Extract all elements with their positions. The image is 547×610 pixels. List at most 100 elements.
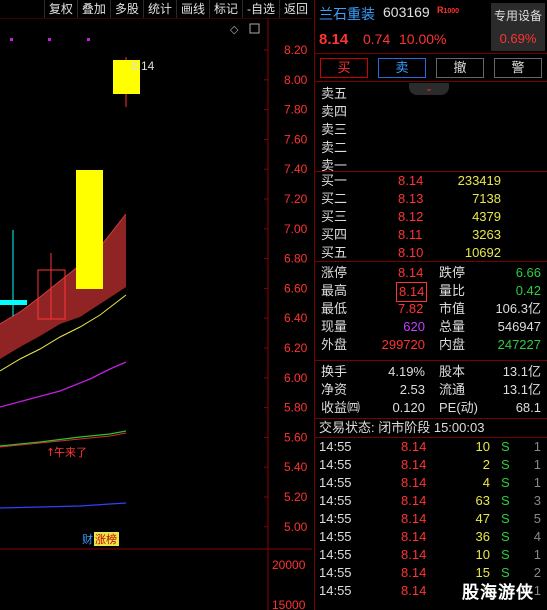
toolbar-mark-button[interactable]: 标记 [208,0,242,18]
kline-chart-area[interactable]: ◇ 8.14 ↑ 午来了 财 涨榜 8.20 8.00 7.80 7.60 7.40 7.… [0,19,312,610]
stock-name[interactable]: 兰石重装 [319,4,375,24]
tick-row: 14:55 8.14 4 S 1 [315,474,547,492]
float-label: 流通 [439,382,466,397]
tick-list[interactable]: 14:55 8.14 10 S 1 14:55 8.14 2 S 1 14:55 8.14 4 S 1 14:… [315,438,547,600]
bid-volume: 10692 [464,245,501,260]
price-tick-label: 6.80 [284,252,308,266]
high-value: 8.14 [396,282,428,302]
share-capital-value: 13.1亿 [502,364,541,379]
price-tick-label: 7.20 [284,192,308,206]
tick-time: 14:55 [319,493,352,508]
price-tick-label: 6.60 [284,281,308,295]
sector-box[interactable]: 专用设备 0.69% [491,3,545,51]
price-tick-label: 5.20 [284,490,308,504]
toolbar-back-button[interactable]: 返回 [278,0,312,18]
turnover-label: 换手 [321,364,348,379]
tag-finance: 财 [82,532,93,546]
tick-side: S [501,439,510,454]
cancel-order-button[interactable]: 撤 [436,58,484,78]
inner-volume-label: 内盘 [439,337,466,352]
marker-dot [48,38,51,41]
price-tick-label: 6.40 [284,311,308,325]
tick-time: 14:55 [319,565,352,580]
tick-time: 14:55 [319,529,352,544]
stock-code: 603169 [383,4,430,20]
price-tick-label: 8.00 [284,73,308,87]
quote-panel: 兰石重装 603169 R1000 8.14 0.74 10.00% 专用设备 … [314,0,547,610]
tick-count: 1 [533,439,541,454]
tick-side: S [501,457,510,472]
tick-side: S [501,547,510,562]
alert-button[interactable]: 警 [494,58,542,78]
bid-row[interactable]: 买一 8.14 233419 [315,172,547,190]
price-tick-label: 6.00 [284,371,308,385]
bid-book: 买一 8.14 233419 买二 8.13 7138 买三 8.12 4379 买四 8.1… [315,172,547,262]
bid-label: 买四 [321,227,348,242]
tick-volume: 2 [482,457,490,472]
price-axis-ticks: 8.20 8.00 7.80 7.60 7.40 7.20 7.00 6.80 6.60 6.40… [264,43,308,610]
tick-volume: 10 [475,547,490,562]
tick-time: 14:55 [319,583,352,598]
tick-row: 14:55 8.14 36 S 4 [315,528,547,546]
tick-volume: 36 [475,529,490,544]
buy-button[interactable]: 买 [320,58,368,78]
ask-label: 卖二 [321,140,348,155]
bid-row[interactable]: 买二 8.13 7138 [315,190,547,208]
toolbar-stats-button[interactable]: 统计 [142,0,176,18]
tick-price: 8.14 [401,475,427,490]
nav-value: 2.53 [399,382,425,397]
tick-row: 14:55 8.14 2 S 1 [315,456,547,474]
tick-volume: 47 [475,511,490,526]
toolbar-overlay-button[interactable]: 叠加 [76,0,110,18]
bid-label: 买一 [321,173,348,188]
tick-count: 1 [533,547,541,562]
limit-up-value: 8.14 [398,265,424,280]
tick-count: 1 [533,475,541,490]
tick-price: 8.14 [401,493,427,508]
high-label: 最高 [321,283,348,298]
bid-row[interactable]: 买四 8.11 3263 [315,226,547,244]
bid-row[interactable]: 买三 8.12 4379 [315,208,547,226]
candle-body [76,170,103,289]
tick-price: 8.14 [401,565,427,580]
tick-count: 2 [533,565,541,580]
outer-volume-value: 299720 [381,337,425,352]
toolbar-draw-line-button[interactable]: 画线 [175,0,209,18]
margin-badge: R1000 [437,5,459,15]
chart-toolbar: 复权 叠加 多股 统计 画线 标记 -自选 返回 [0,0,312,19]
nav-label: 净资 [321,382,348,397]
volume-tick-label: 15000 [272,598,306,610]
total-volume-value: 546947 [497,319,541,334]
tick-time: 14:55 [319,475,352,490]
diamond-icon: ◇ [230,23,239,36]
price-change-pct: 10.00% [399,31,447,47]
price-tick-label: 7.40 [284,162,308,176]
ask-label: 卖三 [321,122,348,137]
toolbar-adjust-button[interactable]: 复权 [43,0,77,18]
inner-volume-value: 247227 [497,337,541,352]
tick-volume: 63 [475,493,490,508]
sell-button[interactable]: 卖 [378,58,426,78]
bid-price: 8.10 [398,245,424,260]
price-tick-label: 5.00 [284,520,308,534]
price-tick-label: 7.80 [284,103,308,117]
low-value: 7.82 [398,301,424,316]
tick-price: 8.14 [401,511,427,526]
current-volume-label: 现量 [321,319,348,334]
scroll-icon [249,23,260,34]
kline-chart[interactable]: ◇ 8.14 ↑ 午来了 财 涨榜 8.208.007.807.607.407.… [0,19,312,610]
total-volume-label: 总量 [439,319,466,334]
candle-body [0,300,27,305]
price-tick-label: 5.40 [284,460,308,474]
tick-price: 8.14 [401,457,427,472]
limit-down-label: 跌停 [439,265,466,280]
tick-volume: 4 [482,475,490,490]
toolbar-multi-stock-button[interactable]: 多股 [109,0,143,18]
toolbar-remove-watchlist-button[interactable]: -自选 [241,0,279,18]
high-price-label: 8.14 [131,59,155,73]
ask-label: 卖四 [321,104,348,119]
trade-status: 交易状态: 闭市阶段 15:00:03 [315,419,547,438]
tick-count: 3 [533,493,541,508]
fundamentals: 换手 4.19% 股本 13.1亿 净资 2.53 流通 13.1亿 收益㈣ 0.120 PE(… [315,361,547,419]
bid-row[interactable]: 买五 8.10 10692 [315,244,547,262]
